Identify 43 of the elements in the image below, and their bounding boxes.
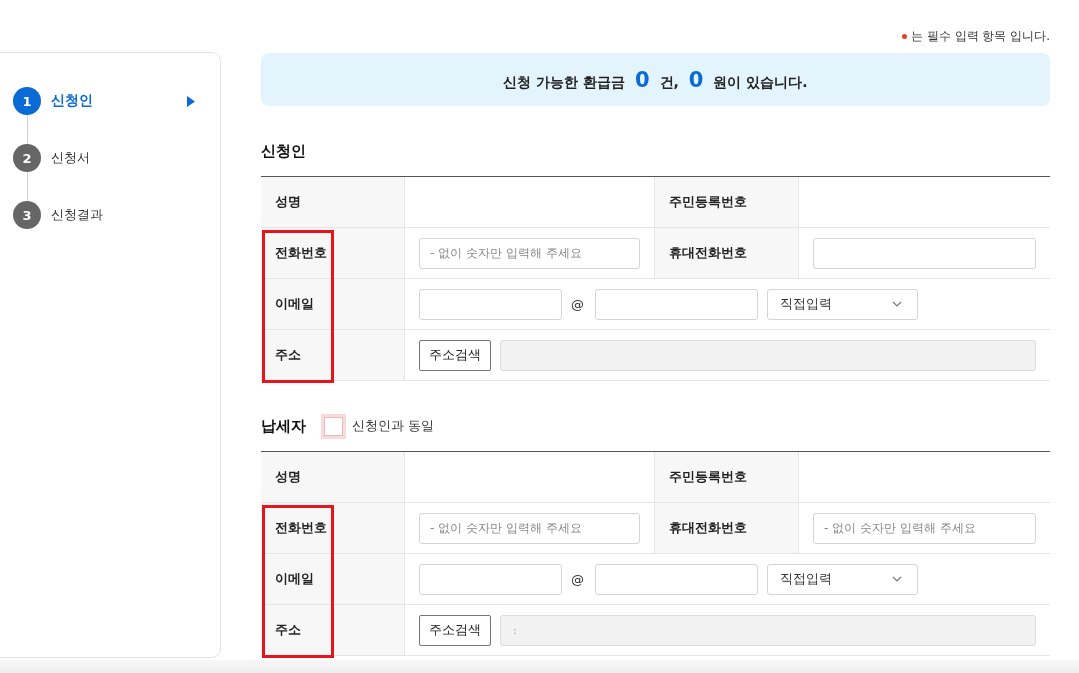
email-id-input[interactable] — [419, 563, 562, 595]
email-domain-input[interactable] — [595, 288, 758, 320]
step-number: 2 — [13, 144, 41, 172]
text-input[interactable]: - 없이 숫자만 입력해 주세요 — [419, 237, 640, 269]
field-label: 주민등록번호 — [655, 177, 799, 228]
step-number: 3 — [13, 201, 41, 229]
field-label: 전화번호 — [261, 503, 405, 554]
field-label: 휴대전화번호 — [655, 503, 799, 554]
field-label: 휴대전화번호 — [655, 228, 799, 279]
text-input[interactable] — [813, 237, 1036, 269]
address-field[interactable] — [500, 339, 1036, 371]
field-label: 주소 — [261, 605, 405, 656]
step-link[interactable]: 신청결과 — [51, 204, 195, 226]
field-label: 성명 — [261, 452, 405, 503]
step-link[interactable]: 신청인 — [51, 90, 195, 112]
address-search-button[interactable]: 주소검색 — [419, 339, 491, 371]
field-label: 주소 — [261, 330, 405, 381]
field-label: 이메일 — [261, 554, 405, 605]
checkbox[interactable] — [321, 413, 346, 439]
required-dot-icon — [901, 33, 907, 39]
text-input[interactable]: - 없이 숫자만 입력해 주세요 — [813, 512, 1036, 544]
email-domain-input[interactable] — [595, 563, 758, 595]
chevron-down-icon — [892, 576, 902, 582]
address-search-button[interactable]: 주소검색 — [419, 614, 491, 646]
refund-summary: 신청 가능한 환급금 0 건, 0 원이 있습니다. — [503, 67, 808, 92]
required-note: 는 필수 입력 항목 입니다. — [910, 27, 1050, 45]
section-title: 신청인 — [261, 141, 306, 161]
text-input[interactable]: - 없이 숫자만 입력해 주세요 — [419, 512, 640, 544]
email-id-input[interactable] — [419, 288, 562, 320]
step-number: 1 — [13, 87, 41, 115]
at-sign: @ — [571, 296, 584, 312]
chevron-down-icon — [892, 301, 902, 307]
field-label: 전화번호 — [261, 228, 405, 279]
domain-select[interactable]: 직접입력 — [767, 563, 918, 595]
section-title: 납세자 — [261, 416, 306, 436]
checkbox-label[interactable]: 신청인과 동일 — [352, 417, 435, 435]
at-sign: @ — [571, 571, 584, 587]
field-label: 이메일 — [261, 279, 405, 330]
field-label: 성명 — [261, 177, 405, 228]
field-label: 주민등록번호 — [655, 452, 799, 503]
triangle-right-icon — [187, 95, 195, 107]
step-link[interactable]: 신청서 — [51, 147, 195, 169]
domain-select[interactable]: 직접입력 — [767, 288, 918, 320]
